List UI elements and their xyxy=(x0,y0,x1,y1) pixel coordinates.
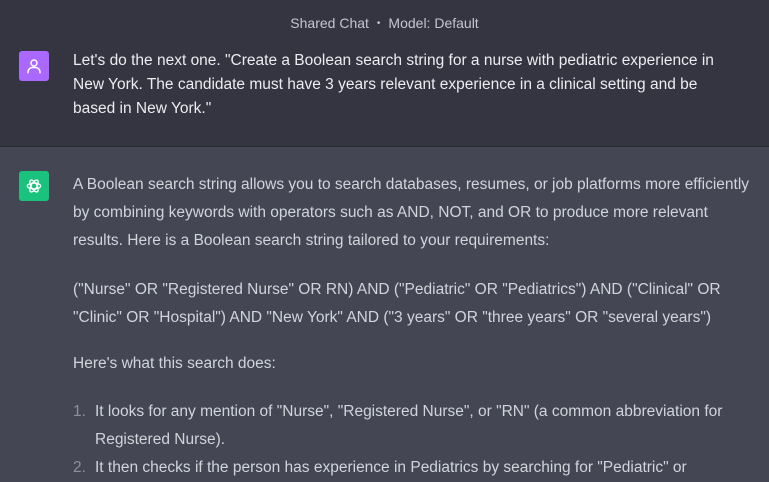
shared-chat-label: Shared Chat xyxy=(290,15,369,31)
openai-logo-icon xyxy=(26,179,42,193)
user-avatar xyxy=(19,51,49,81)
model-label: Model: Default xyxy=(388,15,479,31)
assistant-paragraph-explain: Here's what this search does: xyxy=(73,355,276,372)
user-message-text: Let's do the next one. "Create a Boolean… xyxy=(73,52,714,117)
assistant-message: A Boolean search string allows you to se… xyxy=(0,147,769,476)
assistant-paragraph-intro: A Boolean search string allows you to se… xyxy=(73,176,750,249)
list-item-text: It then checks if the person has experie… xyxy=(95,459,687,476)
shared-chat-header: Shared Chat • Model: Default xyxy=(0,0,769,46)
list-item: 1. It looks for any mention of "Nurse", … xyxy=(73,398,753,454)
list-number: 2. xyxy=(73,459,86,476)
boolean-search-string: ("Nurse" OR "Registered Nurse" OR RN) AN… xyxy=(73,281,721,326)
list-item: 2. It then checks if the person has expe… xyxy=(73,454,753,482)
separator-dot: • xyxy=(376,17,381,29)
explanation-list: 1. It looks for any mention of "Nurse", … xyxy=(73,398,753,482)
user-icon xyxy=(27,59,41,74)
user-message: Let's do the next one. "Create a Boolean… xyxy=(0,46,769,147)
list-item-text: It looks for any mention of "Nurse", "Re… xyxy=(95,403,723,448)
assistant-avatar xyxy=(19,171,49,201)
list-number: 1. xyxy=(73,403,86,420)
